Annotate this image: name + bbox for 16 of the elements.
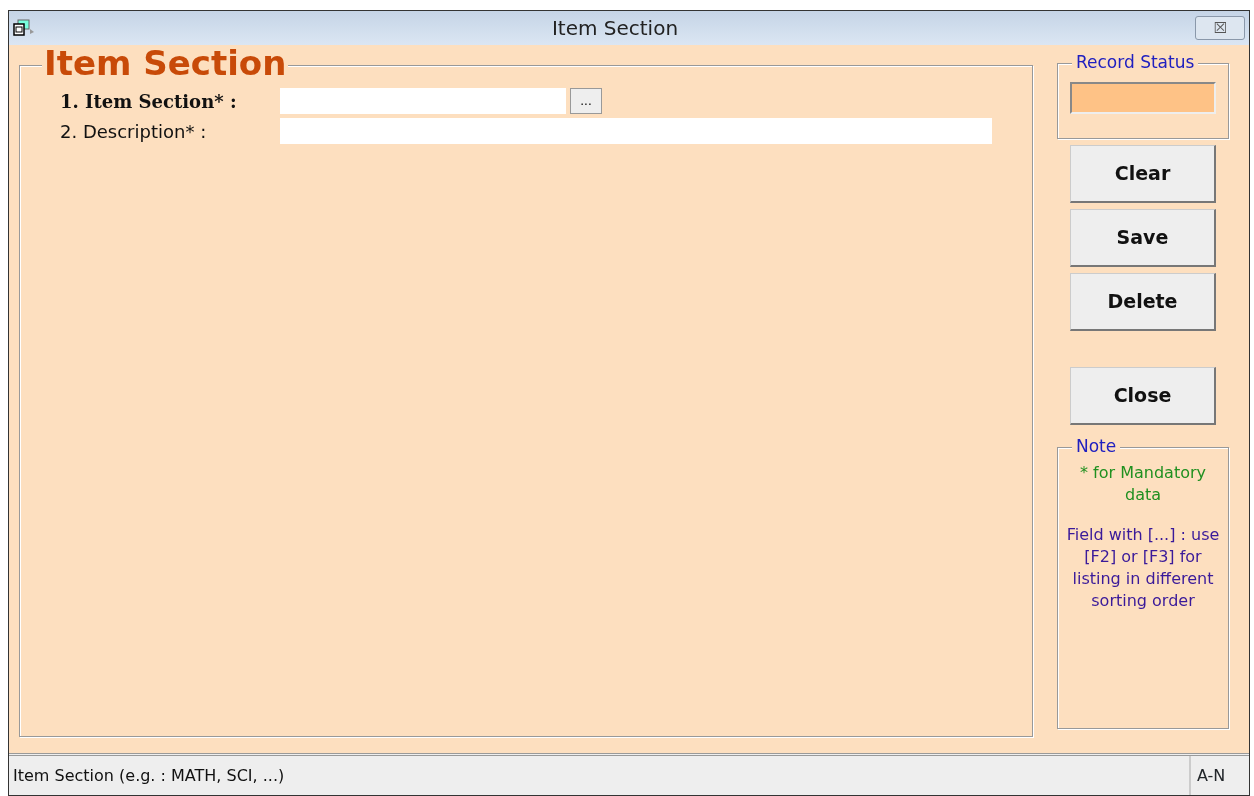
status-hint: Item Section (e.g. : MATH, SCI, ...)	[12, 764, 286, 787]
note-text: * for Mandatory data	[1079, 462, 1207, 506]
window-title: Item Section	[550, 15, 680, 42]
lookup-button[interactable]: ...	[570, 88, 602, 114]
text-field[interactable]	[280, 118, 992, 144]
action-button[interactable]: Clear	[1070, 145, 1216, 203]
text-field[interactable]	[280, 88, 566, 114]
input-mode-indicator: A-N	[1189, 756, 1249, 795]
field-label: 1. Item Section* :	[60, 89, 238, 114]
note-text: Field with [...] : use [F2] or [F3] for listing in different sorting order	[1066, 524, 1220, 612]
action-button[interactable]: Close	[1070, 367, 1216, 425]
action-button[interactable]: Save	[1070, 209, 1216, 267]
action-button[interactable]: Delete	[1070, 273, 1216, 331]
close-button[interactable]: ⮽	[1195, 16, 1245, 40]
window-icon	[13, 19, 35, 37]
field-label: 2. Description* :	[60, 119, 208, 144]
